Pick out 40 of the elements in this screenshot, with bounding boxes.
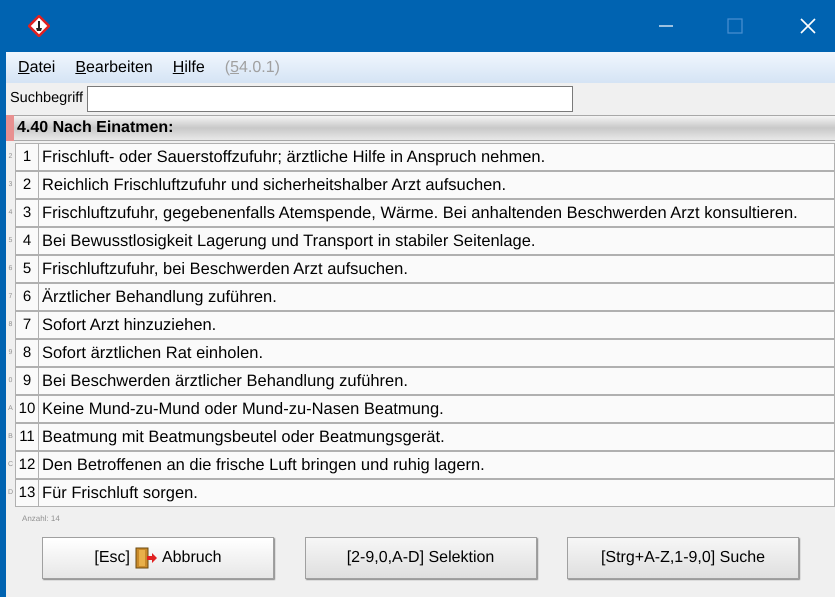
row-number[interactable]: 13 xyxy=(15,479,39,507)
row-text[interactable]: Ärztlicher Behandlung zuführen. xyxy=(39,283,835,311)
row-text[interactable]: Bei Bewusstlosigkeit Lagerung und Transport in stabiler Seitenlage. xyxy=(39,227,835,255)
row-number[interactable]: 3 xyxy=(15,199,39,227)
menu-item[interactable]: Datei xyxy=(18,56,56,80)
row-text[interactable]: Frischluftzufuhr, bei Beschwerden Arzt aufsuchen. xyxy=(39,255,835,283)
row-number[interactable]: 12 xyxy=(15,451,39,479)
row-number[interactable]: 2 xyxy=(15,171,39,199)
section-marker xyxy=(6,115,14,141)
row-number[interactable]: 11 xyxy=(15,423,39,451)
row-text[interactable]: Für Frischluft sorgen. xyxy=(39,479,835,507)
row-number[interactable]: 5 xyxy=(15,255,39,283)
row-number[interactable]: 4 xyxy=(15,227,39,255)
row-text[interactable]: Sofort ärztlichen Rat einholen. xyxy=(39,339,835,367)
hazard-diamond-icon xyxy=(28,15,50,37)
search-field[interactable] xyxy=(87,86,574,112)
section-header: 4.40 Nach Einatmen: xyxy=(14,115,835,141)
row-number[interactable]: 7 xyxy=(15,311,39,339)
row-number[interactable]: 9 xyxy=(15,367,39,395)
row-number[interactable]: 6 xyxy=(15,283,39,311)
action-button[interactable]: [Strg+A-Z,1-9,0] Suche xyxy=(567,537,799,579)
action-button[interactable]: [2-9,0,A-D] Selektion xyxy=(304,537,536,579)
row-number[interactable]: 1 xyxy=(15,143,39,171)
menu-item[interactable]: Bearbeiten xyxy=(75,56,153,80)
row-text[interactable]: Beatmung mit Beatmungsbeutel oder Beatmungsgerät. xyxy=(39,423,835,451)
row-text[interactable]: Sofort Arzt hinzuziehen. xyxy=(39,311,835,339)
row-number[interactable]: 8 xyxy=(15,339,39,367)
row-text[interactable]: Frischluft- oder Sauerstoffzufuhr; ärztliche Hilfe in Anspruch nehmen. xyxy=(39,143,835,171)
row-text[interactable]: Bei Beschwerden ärztlicher Behandlung zuführen. xyxy=(39,367,835,395)
row-text[interactable]: Frischluftzufuhr, gegebenenfalls Atemspende, Wärme. Bei anhaltenden Beschwerden Arzt konsultieren. xyxy=(39,199,835,227)
item-count: Anzahl: 14 xyxy=(22,513,61,525)
cancel-button[interactable]: [Esc] Abbruch xyxy=(42,537,274,579)
exit-door-icon xyxy=(134,546,158,570)
row-number[interactable]: 10 xyxy=(15,395,39,423)
row-text[interactable]: Reichlich Frischluftzufuhr und sicherheitshalber Arzt aufsuchen. xyxy=(39,171,835,199)
menu-item[interactable]: Hilfe xyxy=(172,56,205,80)
row-text[interactable]: Den Betroffenen an die frische Luft bringen und ruhig lagern. xyxy=(39,451,835,479)
row-text[interactable]: Keine Mund-zu-Mund oder Mund-zu-Nasen Beatmung. xyxy=(39,395,835,423)
close-icon[interactable] xyxy=(799,17,817,35)
search-label: Suchbegriff xyxy=(10,89,84,108)
